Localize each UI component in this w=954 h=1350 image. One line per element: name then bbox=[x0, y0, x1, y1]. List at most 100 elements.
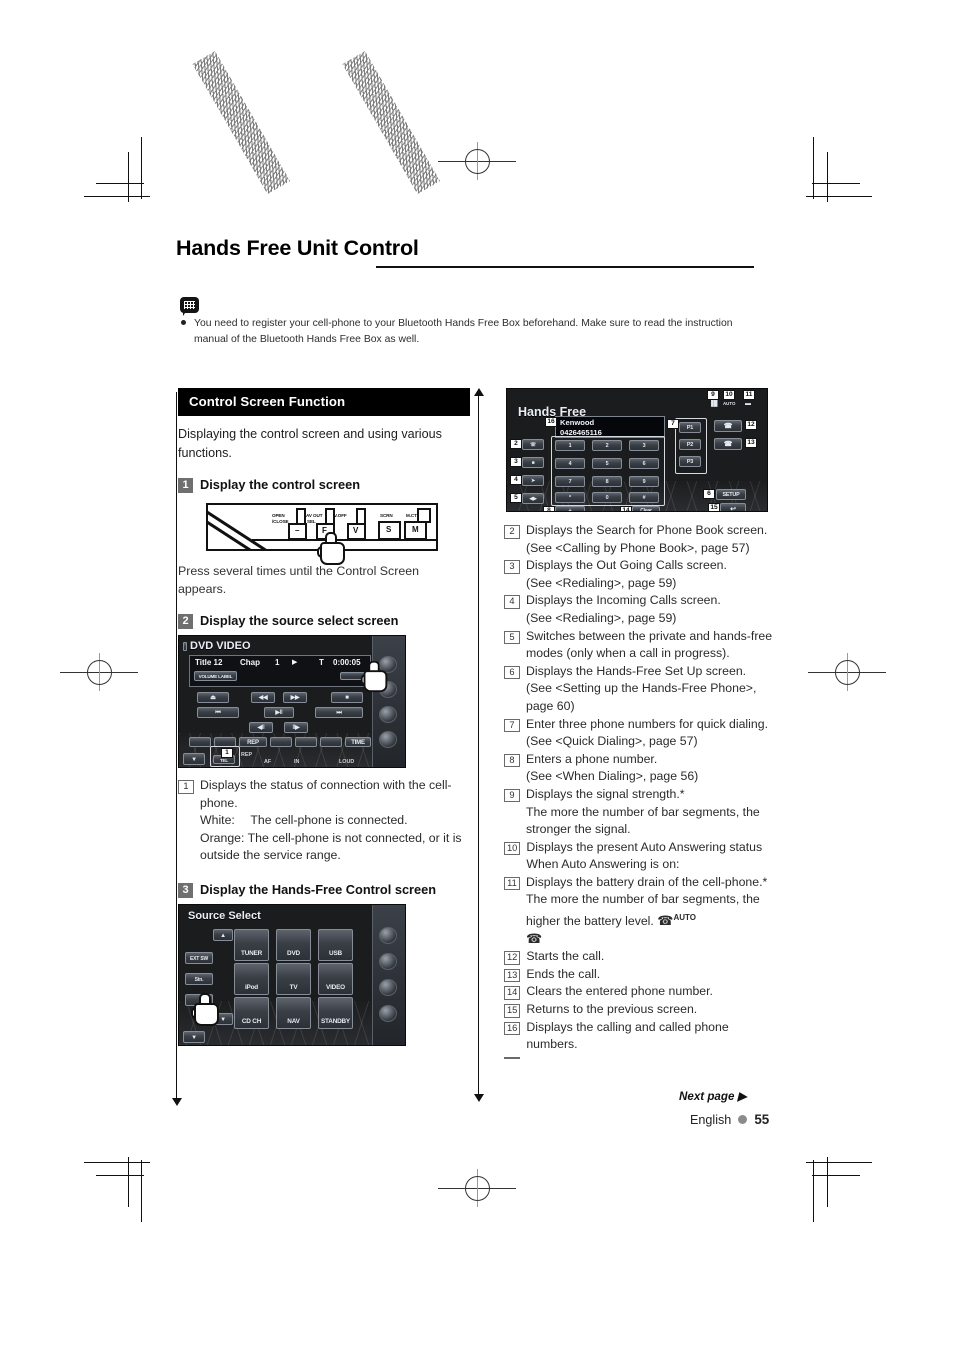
hands-free-private-mode-button[interactable]: ◀▶ bbox=[522, 493, 544, 504]
source-side-knob-4[interactable] bbox=[379, 1004, 397, 1022]
keypad-key-4[interactable]: 4 bbox=[555, 458, 585, 469]
keypad-key-9[interactable]: 9 bbox=[629, 476, 659, 487]
dvd-funcbar-button-4[interactable] bbox=[270, 737, 292, 747]
call-start-button[interactable]: ☎ bbox=[714, 420, 742, 432]
dvd-button-stop[interactable]: ■ bbox=[331, 692, 363, 703]
dvd-video-screen[interactable]: DVD VIDEO 10:10 Title 12 Chap 1 ▶ T 0:00… bbox=[178, 635, 406, 768]
dvd-button-step-back[interactable]: ◀‖ bbox=[249, 722, 273, 733]
source-side-knob-3[interactable] bbox=[379, 978, 397, 996]
hands-free-setup-button[interactable]: SETUP bbox=[716, 489, 746, 500]
hands-free-caller-number: 0426465116 bbox=[560, 428, 602, 437]
auto-answer-icon: AUTO bbox=[723, 401, 736, 406]
source-side-knob-2[interactable] bbox=[379, 952, 397, 970]
keypad-key-3[interactable]: 3 bbox=[629, 440, 659, 451]
callout-badge-13: 13 bbox=[745, 438, 757, 448]
list-item: 9 Displays the signal strength.* The mor… bbox=[504, 786, 776, 839]
source-tile-ipod[interactable]: iPod bbox=[234, 962, 269, 995]
keypad-key-5[interactable]: 5 bbox=[592, 458, 622, 469]
dvd-funcbar-button-1[interactable] bbox=[189, 737, 211, 747]
hands-free-phonebook-button[interactable]: ☏ bbox=[522, 439, 544, 450]
faceplate-label-avout: AV OUT bbox=[306, 513, 323, 518]
list-item: 4 Displays the Incoming Calls screen. (S… bbox=[504, 592, 776, 627]
dvd-side-knob-4[interactable] bbox=[379, 731, 397, 748]
source-select-screen[interactable]: Source Select 10:10 ▲ ▼ EXT SW Stn. TUNE… bbox=[178, 903, 406, 1046]
ref-body: Returns to the previous screen. bbox=[526, 1002, 698, 1017]
ref-number: 2 bbox=[504, 525, 520, 539]
hand-pointer-icon bbox=[317, 532, 345, 565]
list-item: 12 Starts the call. bbox=[504, 948, 776, 966]
hands-free-return-button[interactable]: ↩ bbox=[720, 503, 746, 511]
ref-line: When Auto Answering is on: bbox=[526, 857, 680, 872]
ref-line: Enter three phone numbers for quick dial… bbox=[526, 716, 768, 731]
keypad-key-star[interactable]: * bbox=[555, 492, 585, 503]
ref-number: 5 bbox=[504, 630, 520, 645]
dvd-screen-source-indicator bbox=[183, 642, 187, 651]
dvd-volume-down-button[interactable]: ▼ bbox=[183, 753, 205, 765]
step-2-title: Display the source select screen bbox=[200, 613, 399, 628]
ref-body: Ends the call. bbox=[526, 966, 601, 981]
dvd-button-next-track[interactable]: ⏭ bbox=[315, 707, 363, 718]
dvd-side-knob-3[interactable] bbox=[379, 706, 397, 723]
dvd-funcbar-button-5[interactable] bbox=[295, 737, 317, 747]
ref-item-1-orange: Orange: The cell-phone is not connected,… bbox=[178, 830, 470, 865]
hands-free-incoming-calls-button[interactable]: ➤ bbox=[522, 475, 544, 486]
source-side-knob-1[interactable] bbox=[379, 926, 397, 944]
callout-badge-16: 16 bbox=[545, 417, 557, 427]
ref-body: Displays the Search for Phone Book scree… bbox=[526, 522, 776, 557]
source-tile-tv[interactable]: TV bbox=[276, 962, 311, 995]
ref-line: Displays the Incoming Calls screen. bbox=[526, 593, 721, 608]
source-tile-tuner[interactable]: TUNER bbox=[234, 928, 269, 961]
source-stn-button[interactable]: Stn. bbox=[185, 972, 213, 985]
hands-free-screen[interactable]: Hands Free Kenwood 0426465116 ☏ ■ ➤ ◀▶ 1… bbox=[506, 388, 768, 512]
keypad-key-2[interactable]: 2 bbox=[592, 440, 622, 451]
dvd-funcbar-button-time[interactable]: TIME bbox=[345, 737, 371, 747]
keypad-key-8[interactable]: 8 bbox=[592, 476, 622, 487]
dvd-funcbar-button-rep[interactable]: REP bbox=[239, 737, 267, 747]
call-end-button[interactable]: ☎ bbox=[714, 438, 742, 450]
keypad-key-1[interactable]: 1 bbox=[555, 440, 585, 451]
keypad-key-plus[interactable]: + bbox=[555, 506, 585, 511]
source-extsw-button[interactable]: EXT SW bbox=[185, 951, 213, 964]
dvd-funcbar-button-6[interactable] bbox=[320, 737, 342, 747]
ref-line: Displays the present Auto Answering stat… bbox=[526, 839, 763, 854]
source-tile-standby[interactable]: STANDBY bbox=[318, 996, 353, 1029]
preset-key-p3[interactable]: P3 bbox=[679, 456, 701, 467]
ref-number: 4 bbox=[504, 595, 520, 609]
ref-line: (See <Redialing>, page 59) bbox=[526, 610, 677, 625]
dvd-button-eject[interactable]: ⏏ bbox=[197, 692, 229, 703]
dvd-volume-label-button[interactable]: VOLUME LABEL bbox=[194, 671, 237, 681]
preset-key-p2[interactable]: P2 bbox=[679, 439, 701, 450]
callout-badge-15: 15 bbox=[708, 503, 720, 511]
dvd-button-step-fwd[interactable]: ‖▶ bbox=[284, 722, 308, 733]
source-scroll-up-button[interactable]: ▲ bbox=[213, 928, 233, 941]
keypad-key-hash[interactable]: # bbox=[629, 492, 659, 503]
source-tile-usb[interactable]: USB bbox=[318, 928, 353, 961]
source-tile-nav[interactable]: NAV bbox=[276, 996, 311, 1029]
source-volume-down-button[interactable]: ▼ bbox=[183, 1030, 205, 1043]
dvd-funcbar-button-2[interactable] bbox=[214, 737, 236, 747]
dvd-button-prev-track[interactable]: ⏮ bbox=[197, 707, 239, 718]
dvd-button-rewind[interactable]: ◀◀ bbox=[251, 692, 275, 703]
hands-free-caller-name: Kenwood bbox=[560, 418, 595, 427]
ref-body: Displays the Incoming Calls screen. (See… bbox=[526, 592, 776, 627]
dvd-button-play-pause[interactable]: ▶‖ bbox=[264, 707, 294, 718]
ref-line: (See <When Dialing>, page 56) bbox=[526, 769, 699, 784]
keypad-key-0[interactable]: 0 bbox=[592, 492, 622, 503]
list-item: 6 Displays the Hands-Free Set Up screen.… bbox=[504, 663, 776, 716]
hands-free-reference-list: 2 Displays the Search for Phone Book scr… bbox=[504, 522, 776, 1071]
hands-free-outgoing-calls-button[interactable]: ■ bbox=[522, 457, 544, 468]
note-text: You need to register your cell-phone to … bbox=[194, 318, 733, 345]
preset-key-p1[interactable]: P1 bbox=[679, 422, 701, 433]
ref-line: Displays the Out Going Calls screen. bbox=[526, 558, 727, 573]
source-tile-dvd[interactable]: DVD bbox=[276, 928, 311, 961]
source-tile-cdch[interactable]: CD CH bbox=[234, 996, 269, 1029]
source-tile-video[interactable]: VIDEO bbox=[318, 962, 353, 995]
keypad-key-6[interactable]: 6 bbox=[629, 458, 659, 469]
ref-number: 6 bbox=[504, 665, 520, 680]
step-2-heading: 2 Display the source select screen bbox=[178, 612, 470, 629]
hands-free-caller-display: Kenwood 0426465116 bbox=[555, 416, 665, 438]
hands-free-clear-button[interactable]: Clear bbox=[632, 506, 660, 511]
list-item: 2 Displays the Search for Phone Book scr… bbox=[504, 522, 776, 557]
keypad-key-7[interactable]: 7 bbox=[555, 476, 585, 487]
dvd-button-fastforward[interactable]: ▶▶ bbox=[283, 692, 307, 703]
